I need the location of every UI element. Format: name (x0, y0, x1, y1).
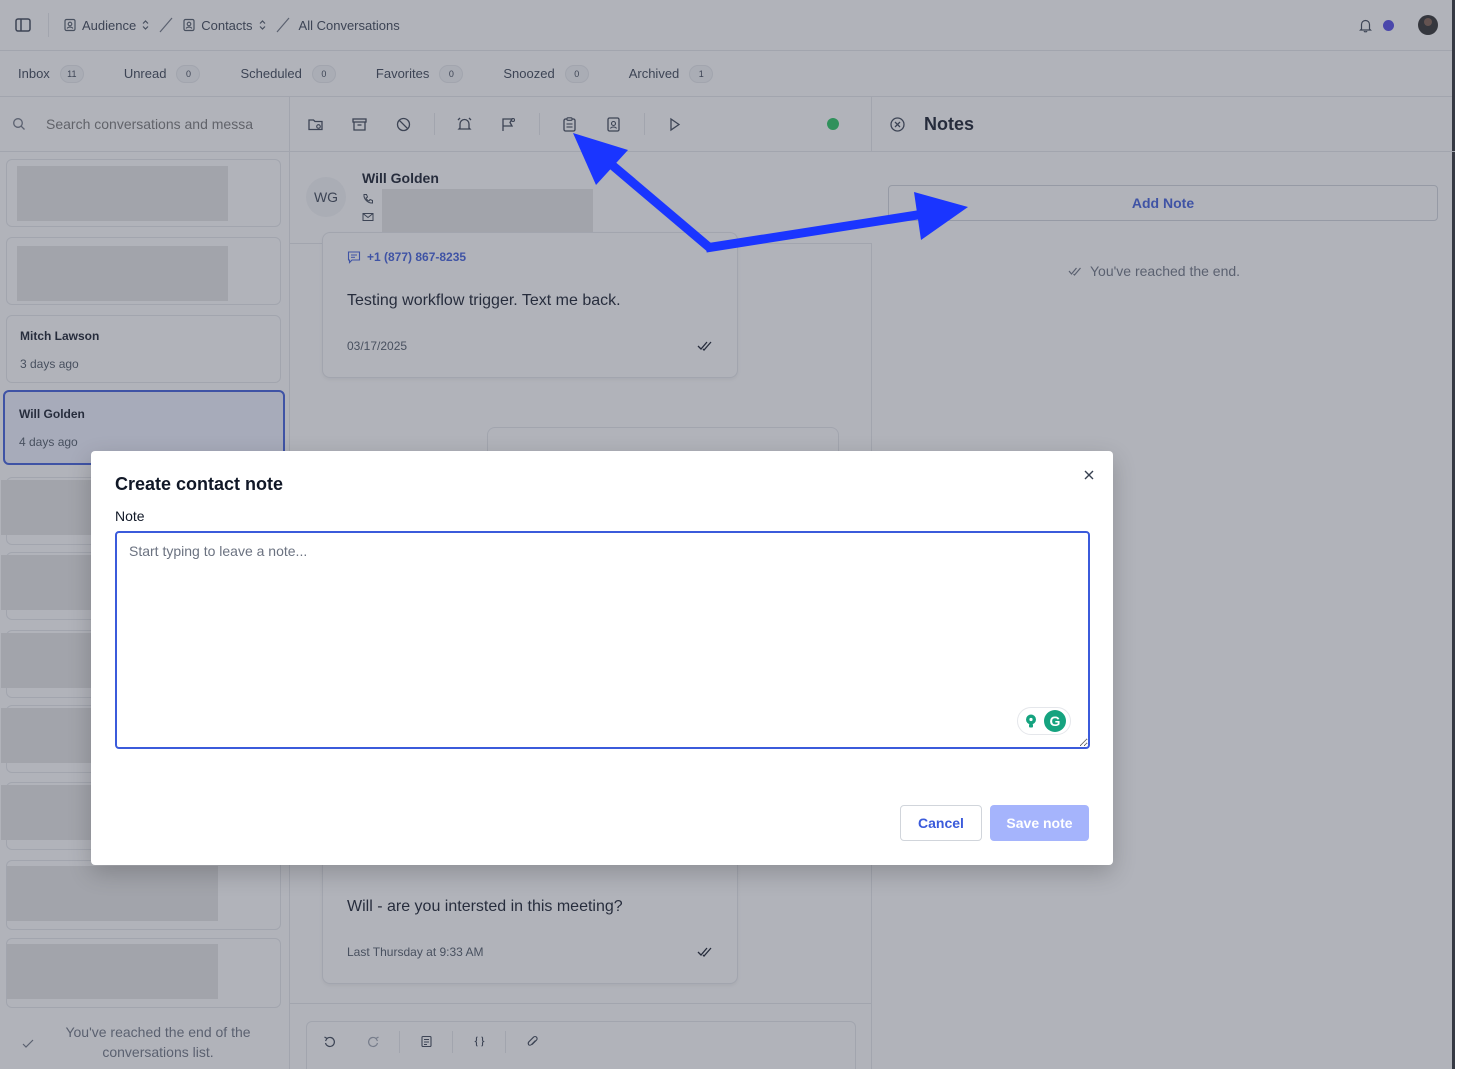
grammarly-logo-icon: G (1044, 710, 1066, 732)
grammarly-widget[interactable]: G (1017, 707, 1071, 735)
modal-title: Create contact note (115, 474, 284, 494)
cancel-button[interactable]: Cancel (900, 805, 982, 841)
lightbulb-icon (1026, 714, 1036, 728)
create-note-modal: Create contact note Note G Cancel Save n… (91, 451, 1113, 865)
close-icon (1084, 470, 1094, 480)
note-textarea[interactable] (115, 531, 1090, 749)
save-note-button[interactable]: Save note (990, 805, 1089, 841)
note-field-label: Note (115, 508, 145, 524)
close-button[interactable] (1082, 468, 1096, 482)
